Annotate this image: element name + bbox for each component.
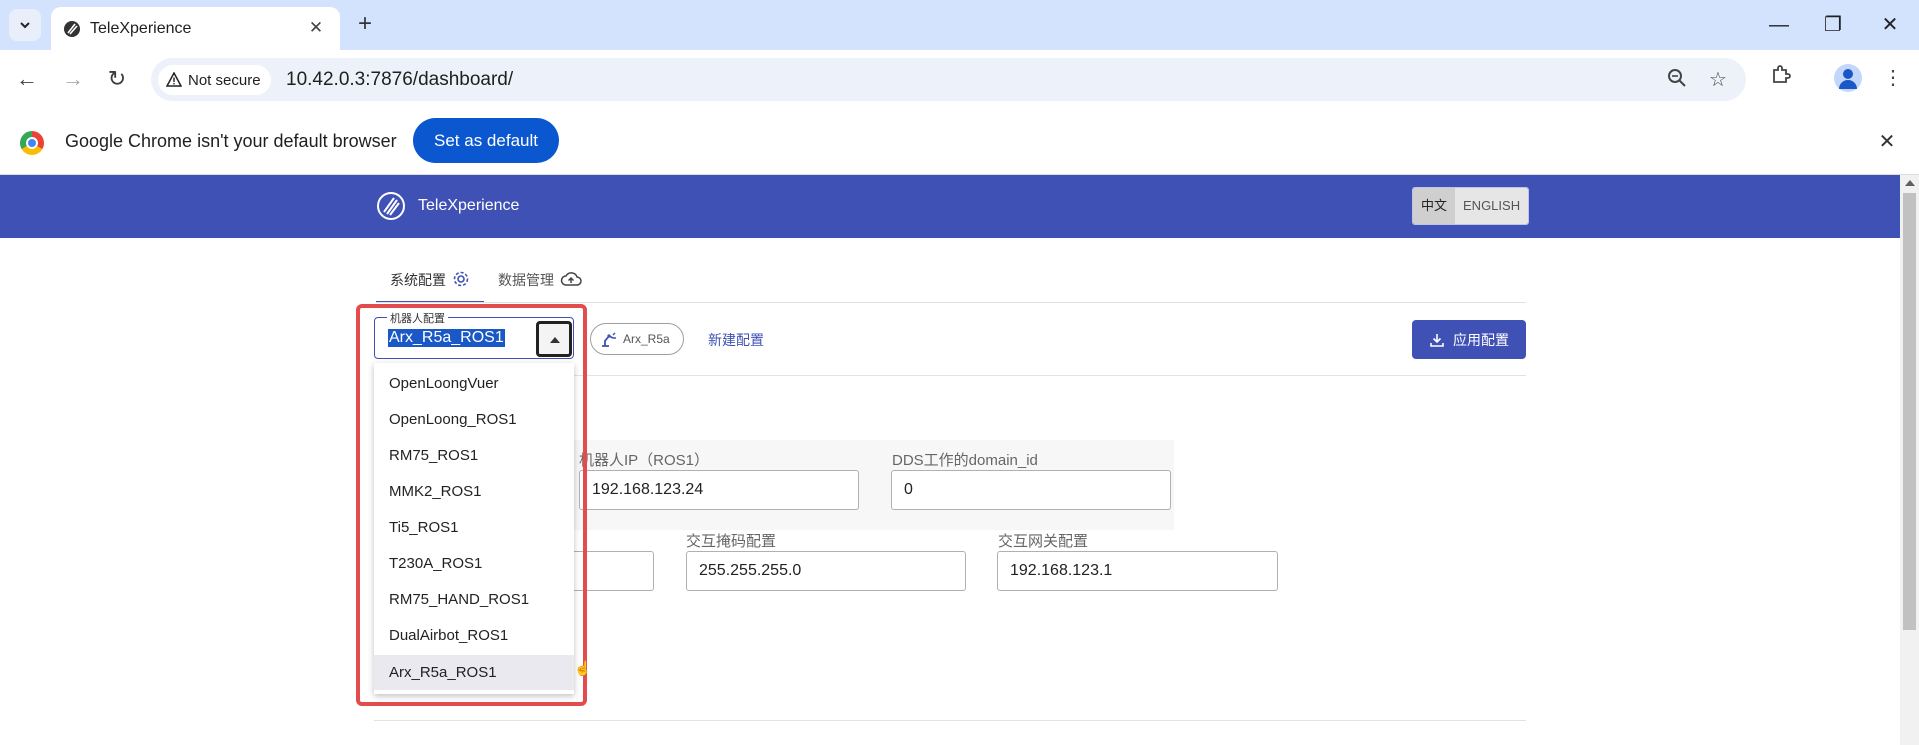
annotation-highlight-box: [356, 304, 587, 706]
download-icon: [1430, 333, 1444, 347]
tab-close-icon[interactable]: ✕: [306, 18, 326, 38]
browser-tab[interactable]: TeleXperience ✕: [51, 7, 340, 50]
app-title: TeleXperience: [418, 197, 520, 214]
url-text[interactable]: 10.42.0.3:7876/dashboard/: [286, 69, 513, 91]
robot-type-chip[interactable]: Arx_R5a: [590, 323, 684, 355]
robot-arm-icon: [602, 332, 616, 347]
zoom-icon[interactable]: [1665, 68, 1689, 92]
profile-avatar[interactable]: [1834, 64, 1862, 92]
tab-data-management[interactable]: 数据管理: [484, 258, 596, 303]
set-default-button[interactable]: Set as default: [413, 118, 559, 163]
new-tab-button[interactable]: +: [351, 11, 379, 39]
gateway-input[interactable]: 192.168.123.1: [997, 551, 1278, 591]
bookmark-star-icon[interactable]: ☆: [1706, 68, 1730, 92]
site-logo-icon: [64, 21, 80, 37]
back-icon[interactable]: ←: [11, 63, 43, 95]
dds-domain-input[interactable]: 0: [891, 470, 1171, 510]
app-logo-icon: [377, 192, 405, 220]
page-scrollbar[interactable]: [1900, 175, 1919, 745]
new-config-button[interactable]: 新建配置: [708, 330, 764, 350]
mask-input[interactable]: 255.255.255.0: [686, 551, 966, 591]
cloud-upload-icon: [560, 272, 582, 286]
address-bar[interactable]: Not secure 10.42.0.3:7876/dashboard/ ☆: [151, 58, 1746, 101]
forward-icon[interactable]: →: [57, 63, 89, 95]
dds-domain-label: DDS工作的domain_id: [892, 452, 1038, 469]
tab-system-config[interactable]: 系统配置: [376, 258, 484, 303]
tab-label: 系统配置: [390, 272, 446, 288]
apply-config-button[interactable]: 应用配置: [1412, 320, 1526, 359]
robot-ip-input[interactable]: 192.168.123.24: [579, 470, 859, 510]
tab-title: TeleXperience: [90, 20, 192, 37]
tab-search-button[interactable]: [9, 9, 41, 41]
menu-dots-icon[interactable]: ⋮: [1878, 63, 1908, 93]
section-divider: [374, 720, 1526, 721]
language-toggle: 中文 ENGLISH: [1412, 187, 1530, 225]
browser-tabstrip: TeleXperience ✕ + — ❐ ✕: [0, 0, 1919, 50]
robot-ip-label: 机器人IP（ROS1）: [579, 452, 710, 469]
scroll-up-arrow-icon[interactable]: [1905, 180, 1915, 186]
mask-label: 交互掩码配置: [686, 533, 777, 550]
language-english-button[interactable]: ENGLISH: [1455, 188, 1529, 224]
chevron-down-icon: [20, 22, 30, 29]
warning-icon: [166, 72, 182, 87]
language-chinese-button[interactable]: 中文: [1413, 188, 1456, 224]
gateway-label: 交互网关配置: [998, 533, 1089, 550]
robot-chip-label: Arx_R5a: [623, 332, 670, 346]
app-header: TeleXperience 中文 ENGLISH: [0, 175, 1900, 238]
infobar-message: Google Chrome isn't your default browser: [65, 131, 397, 151]
default-browser-infobar: Google Chrome isn't your default browser…: [0, 109, 1919, 175]
extensions-icon[interactable]: [1766, 63, 1796, 93]
close-window-icon[interactable]: ✕: [1877, 12, 1903, 38]
tab-label: 数据管理: [498, 272, 554, 288]
hand-cursor-icon: ☝: [574, 660, 592, 676]
minimize-icon[interactable]: —: [1766, 12, 1792, 38]
gear-icon: [453, 271, 469, 287]
browser-toolbar: ← → ↻ Not secure 10.42.0.3:7876/dashboar…: [0, 50, 1919, 109]
infobar-close-icon[interactable]: ✕: [1874, 129, 1900, 155]
security-chip[interactable]: Not secure: [158, 65, 271, 95]
security-label: Not secure: [188, 71, 261, 89]
reload-icon[interactable]: ↻: [101, 63, 133, 95]
main-tabs: 系统配置 数据管理: [376, 258, 596, 303]
restore-icon[interactable]: ❐: [1820, 12, 1846, 38]
scrollbar-thumb[interactable]: [1903, 193, 1916, 630]
tabs-divider: [376, 302, 1526, 303]
chrome-logo-icon: [20, 131, 44, 155]
apply-config-label: 应用配置: [1453, 331, 1509, 348]
